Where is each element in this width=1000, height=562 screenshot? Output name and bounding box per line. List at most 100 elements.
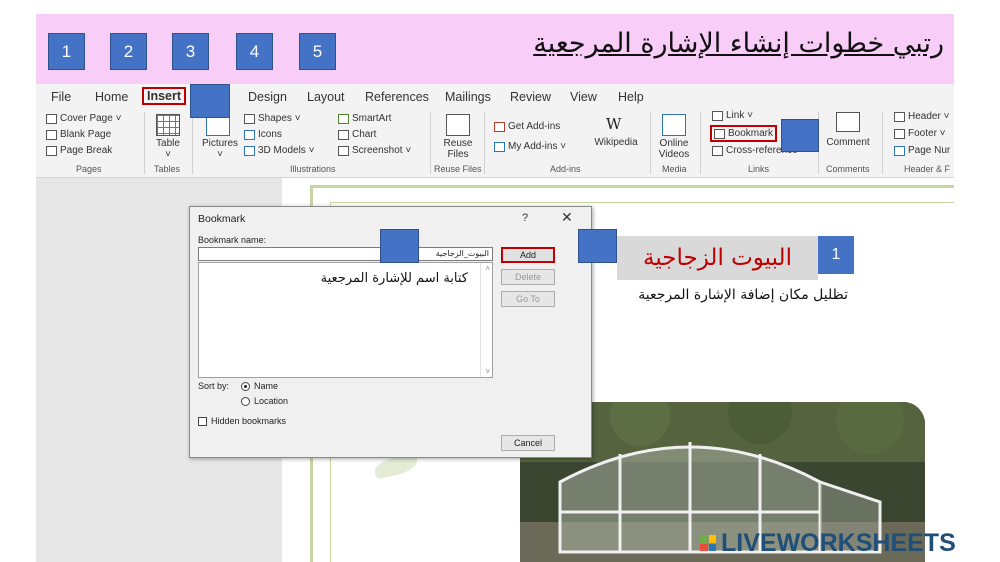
bookmark-name-input[interactable]: البيوت_الزجاجية — [198, 247, 493, 261]
footer-icon — [894, 128, 905, 139]
sort-by-label: Sort by: — [198, 381, 230, 391]
document-heading[interactable]: البيوت الزجاجية — [617, 236, 818, 280]
screenshot-icon — [338, 145, 349, 156]
comment-icon[interactable] — [836, 112, 860, 132]
group-separator — [430, 112, 431, 174]
page-break-button[interactable]: Page Break — [46, 145, 112, 156]
bookmark-list[interactable]: كتابة اسم للإشارة المرجعية ˄ ˅ — [198, 262, 493, 378]
liveworksheets-logo-icon — [700, 535, 716, 551]
tab-design[interactable]: Design — [248, 90, 287, 104]
page-number-button[interactable]: Page Nur — [894, 145, 950, 156]
store-icon — [494, 121, 505, 132]
header-button[interactable]: Header ˅ — [894, 111, 949, 122]
tab-view[interactable]: View — [570, 90, 597, 104]
list-instruction-text: كتابة اسم للإشارة المرجعية — [320, 271, 468, 286]
bookmark-button[interactable]: Bookmark — [710, 125, 778, 142]
online-videos-icon[interactable] — [662, 114, 686, 136]
step-box-5[interactable]: 5 — [299, 33, 336, 70]
group-label-addins: Add-ins — [550, 164, 581, 174]
close-icon[interactable]: ✕ — [561, 209, 573, 226]
worksheet-slide: 1 2 3 4 5 رتبي خطوات إنشاء الإشارة المرج… — [0, 0, 1000, 562]
blank-page-button[interactable]: Blank Page — [46, 129, 111, 140]
sort-name-radio[interactable]: Name — [241, 381, 278, 391]
group-label-comments: Comments — [826, 164, 870, 174]
bookmark-name-label: Bookmark name: — [198, 235, 267, 245]
tab-layout[interactable]: Layout — [307, 90, 345, 104]
scroll-up-icon[interactable]: ˄ — [485, 264, 490, 273]
bookmark-icon — [714, 128, 725, 139]
addins-icon — [494, 141, 505, 152]
help-button[interactable]: ? — [522, 212, 528, 224]
answer-box-add[interactable] — [578, 229, 617, 263]
wikipedia-icon[interactable]: W — [606, 115, 621, 133]
smartart-button[interactable]: SmartArt — [338, 113, 391, 124]
group-label-header-footer: Header & F — [904, 164, 951, 174]
answer-box-insert[interactable] — [190, 84, 230, 118]
answer-box-bookmark[interactable] — [781, 119, 819, 152]
dialog-title: Bookmark — [198, 213, 246, 225]
add-button[interactable]: Add — [501, 247, 555, 263]
cancel-button[interactable]: Cancel — [501, 435, 555, 451]
group-separator — [144, 112, 145, 174]
page-break-icon — [46, 145, 57, 156]
page-title: رتبي خطوات إنشاء الإشارة المرجعية — [533, 28, 944, 59]
tab-references[interactable]: References — [365, 90, 429, 104]
reuse-files-label-line2[interactable]: Files — [438, 149, 478, 161]
icons-icon — [244, 129, 255, 140]
group-separator — [192, 112, 193, 174]
sort-location-radio[interactable]: Location — [241, 396, 288, 406]
hidden-bookmarks-checkbox[interactable]: Hidden bookmarks — [198, 416, 286, 426]
3d-models-button[interactable]: 3D Models ˅ — [244, 145, 314, 156]
cross-reference-icon — [712, 145, 723, 156]
list-scrollbar[interactable]: ˄ ˅ — [480, 263, 492, 377]
step-box-2[interactable]: 2 — [110, 33, 147, 70]
shapes-button[interactable]: Shapes ˅ — [244, 113, 301, 124]
document-caption: تظليل مكان إضافة الإشارة المرجعية — [638, 287, 848, 303]
scroll-down-icon[interactable]: ˅ — [485, 367, 490, 376]
tab-file[interactable]: File — [51, 90, 71, 104]
3d-models-icon — [244, 145, 255, 156]
group-separator — [650, 112, 651, 174]
tab-review[interactable]: Review — [510, 90, 551, 104]
tab-home[interactable]: Home — [95, 90, 128, 104]
get-addins-button[interactable]: Get Add-ins — [494, 121, 560, 132]
radio-empty-icon — [241, 396, 250, 406]
icons-button[interactable]: Icons — [244, 129, 282, 140]
go-to-button[interactable]: Go To — [501, 291, 555, 307]
group-separator — [882, 112, 883, 174]
step-box-3[interactable]: 3 — [172, 33, 209, 70]
comment-button-label[interactable]: Comment — [822, 137, 874, 149]
tab-insert[interactable]: Insert — [142, 87, 187, 105]
link-icon — [712, 110, 723, 121]
tab-help[interactable]: Help — [618, 90, 644, 104]
reuse-files-icon[interactable] — [446, 114, 470, 136]
chart-button[interactable]: Chart — [338, 129, 376, 140]
link-button[interactable]: Link ˅ — [712, 110, 753, 121]
tab-mailings[interactable]: Mailings — [445, 90, 491, 104]
document-step-box[interactable]: 1 — [818, 236, 854, 274]
page-number-icon — [894, 145, 905, 156]
group-label-pages: Pages — [76, 164, 102, 174]
cover-page-button[interactable]: Cover Page ˅ — [46, 113, 121, 124]
wikipedia-button-label[interactable]: Wikipedia — [586, 137, 646, 149]
radio-selected-icon — [241, 381, 250, 391]
step-box-4[interactable]: 4 — [236, 33, 273, 70]
step-box-1[interactable]: 1 — [48, 33, 85, 70]
group-separator — [484, 112, 485, 174]
answer-box-name[interactable] — [380, 229, 419, 263]
table-dropdown-chevron[interactable]: ˅ — [158, 149, 178, 161]
online-videos-label-line2[interactable]: Videos — [654, 149, 694, 161]
footer-button[interactable]: Footer ˅ — [894, 128, 946, 139]
smartart-icon — [338, 113, 349, 124]
checkbox-icon — [198, 416, 207, 426]
my-addins-button[interactable]: My Add-ins ˅ — [494, 141, 566, 152]
pictures-dropdown-chevron[interactable]: ˅ — [210, 149, 230, 161]
screenshot-button[interactable]: Screenshot ˅ — [338, 145, 411, 156]
group-label-tables: Tables — [154, 164, 181, 174]
table-icon[interactable] — [156, 114, 180, 136]
cover-page-icon — [46, 113, 57, 124]
delete-button[interactable]: Delete — [501, 269, 555, 285]
chart-icon — [338, 129, 349, 140]
watermark-text: LIVEWORKSHEETS — [721, 528, 956, 557]
group-separator — [700, 112, 701, 174]
